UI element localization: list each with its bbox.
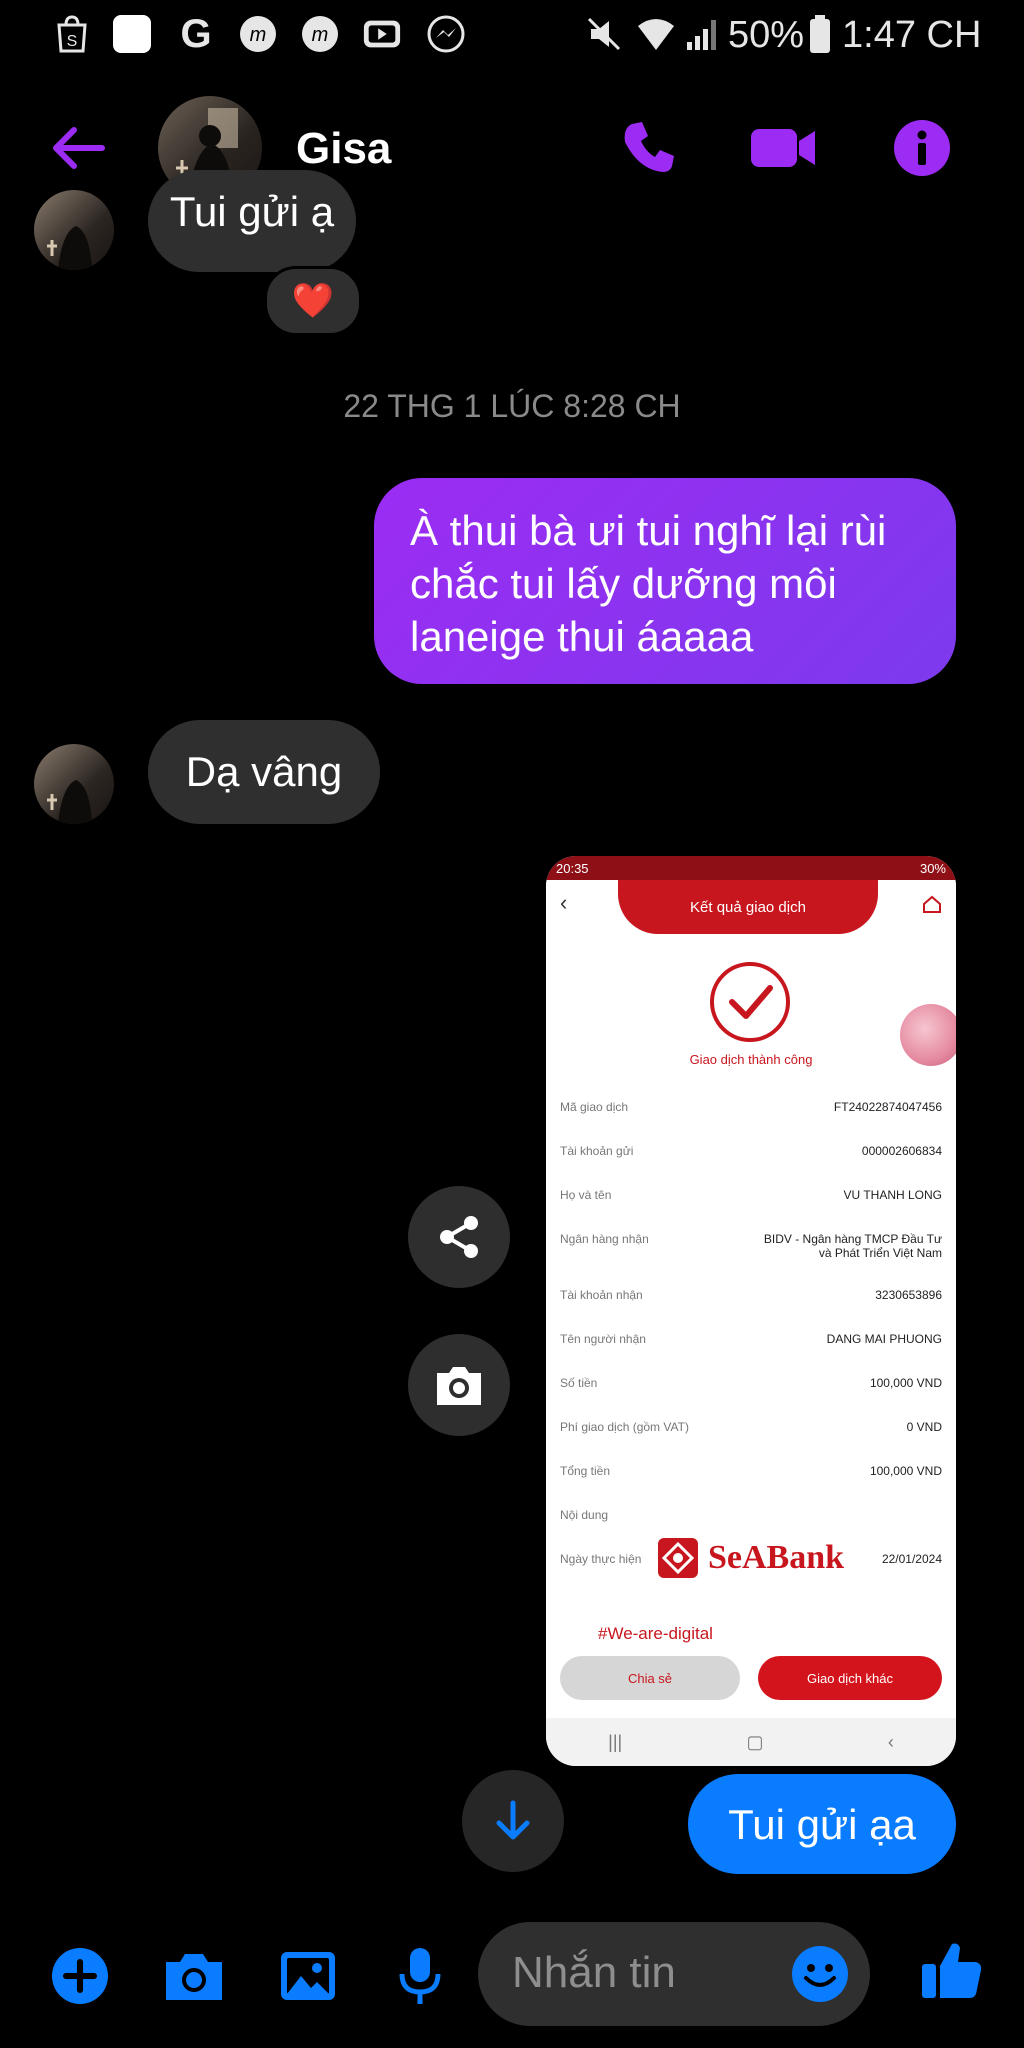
receipt-phone-time: 20:35 <box>556 860 589 876</box>
receipt-row: Số tiền 100,000 VND <box>560 1376 942 1390</box>
info-icon[interactable] <box>882 108 962 188</box>
other-transaction-button[interactable]: Giao dịch khác <box>758 1656 942 1700</box>
transaction-status: Giao dịch thành công <box>689 1052 813 1067</box>
sent-message-text: À thui bà ưi tui nghĩ lại rùi chắc tui l… <box>410 507 887 660</box>
plus-circle-icon <box>52 1948 108 2004</box>
received-message-text: Dạ vâng <box>185 748 343 795</box>
camera-icon <box>437 1367 481 1405</box>
camera-icon <box>166 1954 222 2000</box>
share-button[interactable] <box>408 1186 510 1288</box>
share-icon <box>440 1216 478 1258</box>
sent-message-bubble-last[interactable]: Tui gửi ạa <box>688 1774 956 1874</box>
seabank-emblem-icon <box>658 1538 698 1578</box>
mute-icon <box>584 14 624 54</box>
status-bar: S G m m 50% 1:47 CH <box>0 0 1024 72</box>
video-camera-icon[interactable] <box>744 108 824 188</box>
receipt-row: Nội dung <box>560 1508 609 1522</box>
back-arrow-icon[interactable] <box>38 108 118 188</box>
heart-reaction[interactable]: ❤️ <box>264 266 362 336</box>
back-nav-icon: ‹ <box>887 1731 894 1752</box>
google-icon: G <box>180 11 212 56</box>
receipt-row: Mã giao dịch FT24022874047456 <box>560 1100 942 1114</box>
contact-avatar-small[interactable] <box>34 190 114 270</box>
youtube-icon <box>362 14 402 54</box>
contact-avatar-small[interactable] <box>34 744 114 824</box>
receipt-row: Họ và tên VU THANH LONG <box>560 1188 942 1202</box>
messenger-lite-icon: m <box>238 14 278 54</box>
wifi-icon <box>636 14 676 54</box>
receipt-header: ‹ Kết quả giao dịch <box>546 880 956 942</box>
messenger-icon <box>426 14 466 54</box>
profile-sticker <box>900 1004 956 1066</box>
partial-message-text: Tui gửi ạ <box>169 188 335 235</box>
more-actions-button[interactable] <box>40 1936 120 2016</box>
share-receipt-button[interactable]: Chia sẻ <box>560 1656 740 1700</box>
success-check-icon <box>710 962 790 1042</box>
receipt-row: Tài khoản nhận 3230653896 <box>560 1288 942 1302</box>
phone-icon[interactable] <box>608 108 688 188</box>
recents-nav-icon: ||| <box>608 1731 623 1752</box>
receipt-status-bar: 20:35 30% <box>546 856 956 880</box>
shopee-icon: S <box>52 14 92 54</box>
thumbs-up-icon <box>922 1943 982 1998</box>
voice-button[interactable] <box>380 1936 460 2016</box>
clock: 1:47 CH <box>842 14 982 56</box>
receipt-nav-bar: ||| ▢ ‹ <box>546 1718 956 1766</box>
receipt-back-icon: ‹ <box>560 890 568 915</box>
receipt-row: Tên người nhận DANG MAI PHUONG <box>560 1332 942 1346</box>
seabank-wordmark: SeABank <box>708 1539 845 1576</box>
like-button[interactable] <box>912 1930 992 2010</box>
home-nav-icon: ▢ <box>746 1731 764 1752</box>
battery-icon <box>800 14 840 54</box>
contact-name[interactable]: Gisa <box>296 124 391 174</box>
svg-text:m: m <box>312 24 329 46</box>
message-input[interactable]: Nhắn tin <box>478 1922 870 2026</box>
seabank-logo: SeABank <box>656 1536 844 1580</box>
receipt-row: Tài khoản gửi 000002606834 <box>560 1144 942 1158</box>
message-input-placeholder: Nhắn tin <box>512 1948 676 1997</box>
messenger-lite-icon: m <box>300 14 340 54</box>
receipt-phone-battery: 30% <box>919 860 946 876</box>
receipt-row: Tổng tiền 100,000 VND <box>560 1464 942 1478</box>
receipt-home-icon <box>923 895 941 913</box>
signal-icon <box>684 14 724 54</box>
svg-text:m: m <box>250 24 267 46</box>
microphone-icon <box>399 1948 441 2004</box>
image-icon <box>281 1952 335 2000</box>
receipt-title: Kết quả giao dịch <box>618 880 878 934</box>
white-square-icon <box>112 14 152 54</box>
battery-percentage: 50% <box>728 14 805 56</box>
svg-text:S: S <box>67 33 78 50</box>
emoji-icon[interactable] <box>790 1944 850 2004</box>
scroll-to-bottom-button[interactable] <box>462 1770 564 1872</box>
hashtag: #We-are-digital <box>598 1624 713 1643</box>
save-photo-button[interactable] <box>408 1334 510 1436</box>
last-sent-message-text: Tui gửi ạa <box>728 1800 916 1848</box>
sent-message-bubble[interactable]: À thui bà ưi tui nghĩ lại rùi chắc tui l… <box>374 478 956 684</box>
arrow-down-icon <box>496 1800 530 1840</box>
message-timestamp: 22 THG 1 LÚC 8:28 CH <box>343 388 681 424</box>
received-message-bubble[interactable]: Dạ vâng <box>148 720 380 824</box>
camera-button[interactable] <box>154 1936 234 2016</box>
receipt-row: Phí giao dịch (gồm VAT) 0 VND <box>560 1420 942 1434</box>
gallery-button[interactable] <box>268 1936 348 2016</box>
receipt-row: Ngân hàng nhận BIDV - Ngân hàng TMCP Đầu … <box>560 1232 942 1260</box>
partial-message-bubble[interactable]: Tui gửi ạ <box>148 170 356 272</box>
transaction-receipt-image[interactable]: 20:35 30% ‹ Kết quả giao dịch Giao dịch … <box>546 856 956 1766</box>
